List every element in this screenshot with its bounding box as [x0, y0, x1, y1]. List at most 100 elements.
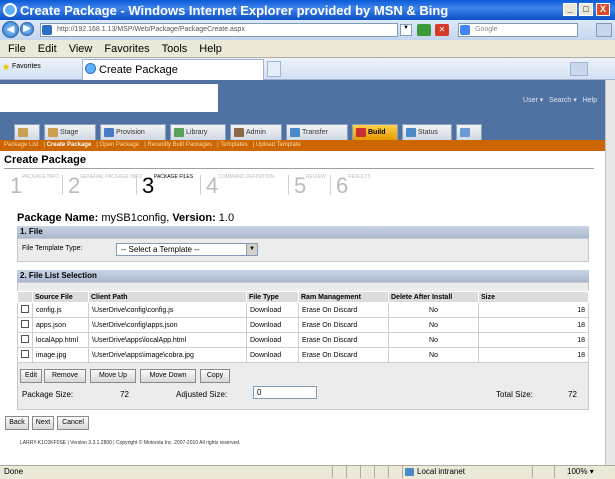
divider [4, 168, 594, 169]
copy-button[interactable]: Copy [200, 369, 230, 383]
tab-extra[interactable] [456, 124, 482, 140]
delete-after-install: No [388, 317, 479, 333]
wizard-step-2: 2 GENERAL PACKAGE INFO [68, 173, 143, 198]
build-icon [356, 128, 366, 137]
search-menu[interactable]: Search [549, 97, 571, 104]
move-down-button[interactable]: Move Down [140, 369, 196, 383]
security-zone[interactable]: Local intranet [402, 466, 532, 478]
stop-icon[interactable]: ✕ [435, 24, 449, 36]
subnav-templates[interactable]: Templates [220, 142, 247, 148]
refresh-icon[interactable] [417, 24, 431, 36]
zoom-level[interactable]: 100% ▾ [554, 466, 615, 478]
next-button[interactable]: Next [32, 416, 54, 430]
total-size-label: Total Size: [496, 390, 533, 399]
chevron-down-icon: ▼ [246, 244, 257, 255]
favorites-button[interactable]: Favorites [12, 63, 41, 70]
menu-bar: File Edit View Favorites Tools Help [0, 40, 615, 58]
menu-view[interactable]: View [69, 43, 93, 55]
zone-globe-icon [405, 468, 414, 476]
google-icon [460, 25, 470, 35]
address-input[interactable]: http://192.168.1.13/MSP/Web/Package/Pack… [40, 23, 398, 37]
library-icon [174, 128, 184, 137]
maximize-button[interactable]: □ [579, 3, 593, 16]
app-logo [0, 84, 218, 112]
footer-text: LARRY-K1C0KF0SE | Version 3.3.1.2800 | C… [20, 440, 241, 446]
new-tab-button[interactable] [267, 61, 281, 77]
wizard-step-1: 1 PACKAGE INFO [10, 173, 60, 198]
remove-button[interactable]: Remove [44, 369, 86, 383]
menu-tools[interactable]: Tools [162, 43, 188, 55]
package-size-value: 72 [120, 390, 129, 399]
client-path: \UserDrive\apps\image\cobra.jpg [88, 347, 247, 363]
subnav-package-list[interactable]: Package List [4, 142, 38, 148]
vertical-scrollbar[interactable] [605, 80, 615, 465]
menu-favorites[interactable]: Favorites [104, 43, 149, 55]
menu-help[interactable]: Help [199, 43, 222, 55]
client-path: \UserDrive\config\config.js [88, 302, 247, 318]
search-input[interactable]: Google [458, 23, 578, 37]
subnav-create-package[interactable]: Create Package [47, 142, 92, 148]
forward-arrow-icon[interactable]: ▶ [20, 22, 34, 36]
tab-admin[interactable]: Admin [230, 124, 282, 140]
status-cell [346, 466, 360, 478]
table-header-row: Source File Client Path File Type Ram Ma… [17, 291, 589, 303]
home-icon[interactable] [570, 62, 588, 76]
table-row[interactable]: localApp.html \UserDrive\apps\localApp.h… [17, 332, 589, 348]
row-checkbox[interactable] [17, 317, 33, 333]
package-name-line: Package Name: mySB1config, Version: 1.0 [17, 212, 234, 224]
file-template-select[interactable]: -- Select a Template -- ▼ [116, 243, 258, 256]
edit-button[interactable]: Edit [20, 369, 42, 383]
tab-stage[interactable]: Stage [44, 124, 96, 140]
status-cell [388, 466, 402, 478]
tab-build[interactable]: Build [352, 124, 398, 140]
home-tab-icon [18, 128, 28, 137]
step-separator [288, 175, 289, 195]
col-delete-after-install: Delete After Install [388, 291, 479, 303]
client-path: \UserDrive\config\apps.json [88, 317, 247, 333]
user-menu[interactable]: User [523, 97, 538, 104]
address-dropdown-icon[interactable]: ▼ [400, 24, 412, 36]
cancel-button[interactable]: Cancel [57, 416, 89, 430]
header-links: User ▾ Search ▾ Help [523, 97, 597, 104]
col-ram-management: Ram Management [298, 291, 389, 303]
tab-home[interactable] [14, 124, 40, 140]
delete-after-install: No [388, 347, 479, 363]
browser-tab[interactable]: Create Package [82, 59, 264, 80]
close-button[interactable]: X [596, 3, 610, 16]
col-source-file: Source File [32, 291, 89, 303]
admin-icon [234, 128, 244, 137]
move-up-button[interactable]: Move Up [90, 369, 136, 383]
row-checkbox[interactable] [17, 332, 33, 348]
help-link[interactable]: Help [583, 97, 597, 104]
protected-mode-icon[interactable] [532, 466, 554, 478]
adjusted-size-input[interactable]: 0 [253, 386, 317, 399]
row-checkbox[interactable] [17, 347, 33, 363]
menu-file[interactable]: File [8, 43, 26, 55]
tab-library[interactable]: Library [170, 124, 226, 140]
col-client-path: Client Path [88, 291, 247, 303]
size: 18 [478, 332, 589, 348]
wizard-step-5: 5 REVIEW [294, 173, 326, 198]
table-row[interactable]: config.js \UserDrive\config\config.js Do… [17, 302, 589, 318]
tab-provision[interactable]: Provision [100, 124, 166, 140]
search-go-icon[interactable] [596, 23, 612, 37]
menu-edit[interactable]: Edit [38, 43, 57, 55]
step-separator [136, 175, 137, 195]
subnav-upload-template[interactable]: Upload Template [256, 142, 301, 148]
ram-management: Erase On Discard [298, 332, 389, 348]
back-button[interactable]: Back [5, 416, 29, 430]
tab-status[interactable]: Status [402, 124, 452, 140]
table-row[interactable]: image.jpg \UserDrive\apps\image\cobra.jp… [17, 347, 589, 363]
page-title: Create Package [4, 154, 86, 166]
version-label: Version: [172, 212, 216, 224]
tab-transfer[interactable]: Transfer [286, 124, 348, 140]
row-checkbox[interactable] [17, 302, 33, 318]
subnav-open-package[interactable]: Open Package [100, 142, 140, 148]
delete-after-install: No [388, 332, 479, 348]
subnav-recently-built[interactable]: Recently Built Packages [147, 142, 212, 148]
minimize-button[interactable]: _ [563, 3, 577, 16]
table-row[interactable]: apps.json \UserDrive\config\apps.json Do… [17, 317, 589, 333]
ram-management: Erase On Discard [298, 317, 389, 333]
back-arrow-icon[interactable]: ◀ [2, 21, 19, 38]
wizard-step-6: 6 RESULTS [336, 173, 371, 198]
